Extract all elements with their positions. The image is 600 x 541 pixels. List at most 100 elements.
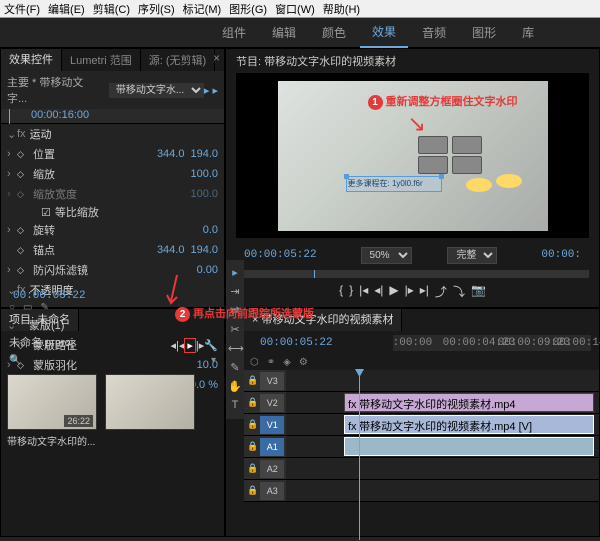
menu-window[interactable]: 窗口(W) <box>275 1 315 17</box>
twirl-icon[interactable]: ⌄ <box>7 128 17 141</box>
stopwatch-icon[interactable]: ◇ <box>17 149 29 160</box>
fx-motion[interactable]: 运动 <box>30 126 52 142</box>
step-back-icon[interactable]: ◂| <box>374 283 383 300</box>
stopwatch-icon[interactable]: ◇ <box>17 225 29 236</box>
stopwatch-icon[interactable]: ◇ <box>17 169 29 180</box>
mask-feather-val[interactable]: 10.0 <box>197 359 218 371</box>
marker-icon[interactable]: ◈ <box>283 357 291 368</box>
program-timecode[interactable]: 00:00:05:22 <box>236 246 325 264</box>
uniform-checkbox[interactable]: ☑ <box>41 206 51 219</box>
prop-flicker[interactable]: 防闪烁滤镜 <box>29 262 191 278</box>
track-v3[interactable]: V3 <box>260 372 284 390</box>
menu-graphics[interactable]: 图形(G) <box>229 1 267 17</box>
stopwatch-icon[interactable]: ◇ <box>17 360 29 371</box>
mask-feather[interactable]: 蒙版羽化 <box>29 357 191 373</box>
timeline-clip[interactable]: fx 带移动文字水印的视频素材.mp4 [V] <box>344 415 594 434</box>
ec-timeline-ruler[interactable]: 00:00:16:00 <box>1 109 224 124</box>
settings-icon[interactable]: ⚙ <box>299 357 308 368</box>
play-icon[interactable]: ▶ <box>389 283 398 300</box>
export-frame-icon[interactable]: 📷 <box>471 283 486 300</box>
lock-icon[interactable]: 🔒 <box>247 419 258 430</box>
tab-editing[interactable]: 编辑 <box>260 18 308 47</box>
track-a3[interactable]: A3 <box>260 482 284 500</box>
tab-graphics[interactable]: 图形 <box>460 18 508 47</box>
bin-clip[interactable] <box>105 374 195 451</box>
type-tool-icon[interactable]: T <box>228 399 242 413</box>
track-forward-icon[interactable]: ▸ <box>184 338 196 353</box>
prop-position[interactable]: 位置 <box>29 146 151 162</box>
lock-icon[interactable]: 🔒 <box>247 463 258 474</box>
menu-file[interactable]: 文件(F) <box>4 1 40 17</box>
lock-icon[interactable]: 🔒 <box>247 375 258 386</box>
program-viewer[interactable]: 1重新调整方框圈住文字水印 ↘ 更多课程在: 1y0l0.f6r <box>236 73 589 238</box>
lift-icon[interactable]: ⤴ <box>435 283 447 300</box>
hand-tool-icon[interactable]: ✋ <box>228 380 242 394</box>
stopwatch-icon[interactable]: ◇ <box>17 245 29 256</box>
step-fwd-icon[interactable]: |▸ <box>405 283 414 300</box>
rot-val[interactable]: 0.0 <box>203 224 218 236</box>
snap-icon[interactable]: ⬡ <box>250 357 259 368</box>
track-a2[interactable]: A2 <box>260 460 284 478</box>
fit-select[interactable]: 完整 <box>447 247 497 264</box>
zoom-select[interactable]: 50% <box>361 247 412 264</box>
razor-tool-icon[interactable]: ✂ <box>228 323 242 337</box>
lane-a3[interactable] <box>286 480 599 501</box>
link-icon[interactable]: ⚭ <box>267 357 275 368</box>
extract-icon[interactable]: ⤵ <box>453 283 465 300</box>
menu-clip[interactable]: 剪辑(C) <box>93 1 130 17</box>
tab-color[interactable]: 颜色 <box>310 18 358 47</box>
playhead[interactable] <box>359 370 360 540</box>
lane-a2[interactable] <box>286 458 599 479</box>
anchor-x[interactable]: 344.0 <box>157 244 185 256</box>
slip-tool-icon[interactable]: ⟷ <box>228 342 242 356</box>
lock-icon[interactable]: 🔒 <box>247 485 258 496</box>
mask-path[interactable]: 蒙版路径 <box>29 337 170 353</box>
mark-out-icon[interactable]: } <box>349 283 353 300</box>
tab-source[interactable]: 源: (无剪辑) <box>141 49 215 71</box>
prop-anchor[interactable]: 锚点 <box>29 242 151 258</box>
track-a1[interactable]: A1 <box>260 438 284 456</box>
mark-in-icon[interactable]: { <box>339 283 343 300</box>
timeline-timecode[interactable]: 00:00:05:22 <box>252 334 341 352</box>
timeline-clip[interactable]: fx 带移动文字水印的视频素材.mp4 <box>344 393 594 412</box>
pen-tool-icon[interactable]: ✎ <box>228 361 242 375</box>
timeline-clip[interactable] <box>344 437 594 456</box>
panel-menu-icon[interactable]: × <box>213 51 220 65</box>
ec-timecode[interactable]: 00:00:05:22 <box>5 287 94 305</box>
twirl-icon[interactable]: ⌄ <box>7 319 17 332</box>
track-back-1-icon[interactable]: ◂| <box>170 339 178 352</box>
track-v1[interactable]: V1 <box>260 416 284 434</box>
prop-rotation[interactable]: 旋转 <box>29 222 197 238</box>
tab-assembly[interactable]: 组件 <box>210 18 258 47</box>
lock-icon[interactable]: 🔒 <box>247 397 258 408</box>
anchor-y[interactable]: 194.0 <box>190 244 218 256</box>
lane-v2[interactable]: fx 带移动文字水印的视频素材.mp4 <box>286 392 599 413</box>
lock-icon[interactable]: 🔒 <box>247 441 258 452</box>
tab-library[interactable]: 库 <box>510 18 546 47</box>
clip-dropdown[interactable]: 带移动文字水... <box>109 83 204 98</box>
menu-edit[interactable]: 编辑(E) <box>48 1 85 17</box>
track-v2[interactable]: V2 <box>260 394 284 412</box>
tab-effects[interactable]: 效果 <box>360 17 408 48</box>
menu-sequence[interactable]: 序列(S) <box>138 1 175 17</box>
program-scrubber[interactable] <box>236 270 589 278</box>
menu-marker[interactable]: 标记(M) <box>183 1 222 17</box>
lane-v3[interactable] <box>286 370 599 391</box>
wrench-icon[interactable]: 🔧 <box>204 339 218 352</box>
pos-x[interactable]: 344.0 <box>157 148 185 160</box>
tab-audio[interactable]: 音频 <box>410 18 458 47</box>
timeline-ruler[interactable]: :00:00 00:00:04:23 00:00:09:23 00:00:14:… <box>393 335 591 351</box>
go-out-icon[interactable]: ▸| <box>420 283 429 300</box>
tab-lumetri[interactable]: Lumetri 范围 <box>62 49 141 71</box>
lane-a1[interactable] <box>286 436 599 457</box>
selection-tool-icon[interactable]: ▸ <box>228 266 242 280</box>
scale-val[interactable]: 100.0 <box>190 168 218 180</box>
pos-y[interactable]: 194.0 <box>190 148 218 160</box>
stopwatch-icon[interactable]: ◇ <box>17 340 29 351</box>
bin-clip[interactable]: 26:22 带移动文字水印的... <box>7 374 97 451</box>
prop-scale[interactable]: 缩放 <box>29 166 184 182</box>
tab-effect-controls[interactable]: 效果控件 <box>1 49 62 71</box>
track-select-tool-icon[interactable]: ⇥ <box>228 285 242 299</box>
menu-help[interactable]: 帮助(H) <box>323 1 360 17</box>
go-in-icon[interactable]: |◂ <box>359 283 368 300</box>
